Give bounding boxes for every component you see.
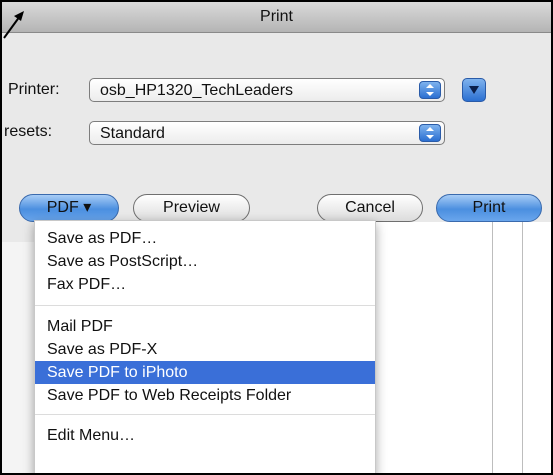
printer-popup[interactable]: osb_HP1320_TechLeaders	[89, 78, 445, 102]
annotation-arrow-icon	[3, 11, 24, 39]
popup-stepper-icon	[419, 81, 441, 99]
presets-value: Standard	[100, 125, 165, 142]
menu-separator	[35, 305, 375, 306]
menu-separator	[35, 414, 375, 415]
window-title: Print	[260, 8, 293, 25]
preview-divider	[492, 222, 493, 473]
pdf-menu-button[interactable]: PDF ▾	[19, 194, 119, 222]
printer-value: osb_HP1320_TechLeaders	[100, 82, 294, 99]
menu-item-fax-pdf[interactable]: Fax PDF…	[35, 273, 375, 296]
menu-item-save-as-pdf[interactable]: Save as PDF…	[35, 227, 375, 250]
printer-label: Printer:	[8, 81, 60, 98]
presets-popup[interactable]: Standard	[89, 121, 445, 145]
preview-page	[372, 222, 551, 473]
menu-item-save-as-postscript[interactable]: Save as PostScript…	[35, 250, 375, 273]
menu-item-mail-pdf[interactable]: Mail PDF	[35, 315, 375, 338]
preview-button[interactable]: Preview	[133, 194, 250, 222]
popup-stepper-icon	[419, 124, 441, 142]
presets-label: resets:	[4, 123, 53, 140]
disclosure-button[interactable]	[462, 78, 486, 102]
cancel-button[interactable]: Cancel	[317, 194, 423, 222]
print-button[interactable]: Print	[436, 194, 542, 222]
print-dialog-frame: Print Printer: osb_HP1320_TechLeaders re…	[0, 0, 553, 475]
title-bar: Print	[2, 2, 551, 33]
menu-item-save-pdf-to-iphoto[interactable]: Save PDF to iPhoto	[35, 361, 375, 384]
preview-divider	[522, 222, 523, 473]
menu-item-edit-menu[interactable]: Edit Menu…	[35, 424, 375, 447]
menu-item-save-pdf-to-web-receipts[interactable]: Save PDF to Web Receipts Folder	[35, 384, 375, 407]
menu-item-save-as-pdf-x[interactable]: Save as PDF-X	[35, 338, 375, 361]
pdf-dropdown-menu: Save as PDF… Save as PostScript… Fax PDF…	[34, 220, 376, 473]
